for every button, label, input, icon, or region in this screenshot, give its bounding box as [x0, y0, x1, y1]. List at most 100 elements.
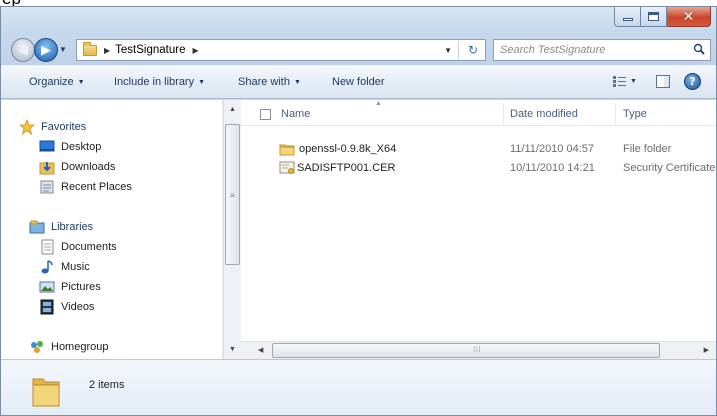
- forward-button[interactable]: ▶: [34, 38, 58, 62]
- file-date: 11/11/2010 04:57: [510, 143, 595, 155]
- search-placeholder: Search TestSignature: [500, 44, 606, 56]
- search-input[interactable]: Search TestSignature: [493, 39, 711, 61]
- scroll-right-icon[interactable]: ▶: [704, 346, 709, 354]
- refresh-icon[interactable]: ↻: [468, 43, 478, 57]
- new-folder-button[interactable]: New folder: [332, 76, 385, 88]
- column-type[interactable]: Type: [623, 108, 647, 120]
- close-icon: ✕: [682, 8, 695, 25]
- explorer-window: ✕ ◀ ▶ ▼ ▶ TestSignature ▶ ▼ ↻ Search Tes…: [0, 6, 717, 416]
- homegroup-icon: [29, 339, 45, 355]
- navigation-row: ◀ ▶ ▼ ▶ TestSignature ▶ ▼ ↻ Search TestS…: [1, 35, 716, 65]
- pictures-icon: [39, 279, 55, 295]
- chevron-down-icon: ▼: [77, 79, 85, 86]
- sort-ascending-icon: ▲: [375, 100, 382, 107]
- close-button[interactable]: ✕: [667, 7, 711, 27]
- forward-arrow-icon: ▶: [41, 42, 51, 58]
- file-date: 10/11/2010 14:21: [510, 162, 595, 174]
- organize-label: Organize: [29, 76, 74, 88]
- videos-icon: [39, 299, 55, 315]
- minimize-button[interactable]: [614, 7, 641, 27]
- column-date-modified[interactable]: Date modified: [510, 108, 578, 120]
- grip-icon: ≡: [230, 191, 235, 200]
- chevron-down-icon: ▼: [293, 79, 301, 86]
- file-type: File folder: [623, 143, 672, 155]
- certificate-icon: [279, 161, 295, 174]
- nav-music[interactable]: Music: [39, 257, 90, 276]
- new-folder-label: New folder: [332, 76, 385, 88]
- nav-music-label: Music: [61, 260, 90, 273]
- chevron-right-icon[interactable]: ▶: [192, 46, 198, 55]
- chevron-right-icon[interactable]: ▶: [104, 46, 110, 55]
- star-icon: [19, 118, 35, 135]
- views-icon[interactable]: [613, 76, 626, 87]
- nav-recent-places-label: Recent Places: [61, 180, 132, 193]
- maximize-button[interactable]: [641, 7, 667, 27]
- file-row[interactable]: openssl-0.9.8k_X64 11/11/2010 04:57 File…: [241, 140, 716, 159]
- folder-icon: [32, 378, 60, 407]
- chevron-down-icon: ▼: [198, 79, 206, 86]
- nav-videos-label: Videos: [61, 300, 95, 313]
- scroll-down-icon[interactable]: ▼: [229, 346, 236, 353]
- navigation-pane: Favorites Desktop Downloads Recent Place…: [1, 100, 223, 359]
- file-row[interactable]: SADISFTP001.CER 10/11/2010 14:21 Securit…: [241, 159, 716, 178]
- address-bar[interactable]: ▶ TestSignature ▶ ▼ ↻: [76, 39, 486, 61]
- folder-icon: [279, 144, 295, 156]
- libraries-icon: [29, 219, 45, 235]
- nav-favorites[interactable]: Favorites: [19, 117, 86, 136]
- column-header-row: ▲ Name Date modified Type: [241, 100, 716, 126]
- scroll-up-icon[interactable]: ▲: [229, 106, 236, 113]
- recent-places-icon: [39, 179, 55, 195]
- file-name: SADISFTP001.CER: [297, 162, 396, 174]
- search-icon[interactable]: [693, 43, 705, 55]
- minimize-icon: [622, 18, 633, 21]
- scroll-thumb[interactable]: ⁝⁝⁝: [272, 343, 660, 358]
- downloads-folder-icon: [39, 159, 55, 175]
- back-button[interactable]: ◀: [11, 38, 35, 62]
- nav-pictures[interactable]: Pictures: [39, 277, 101, 296]
- documents-icon: [39, 239, 55, 255]
- recent-pages-dropdown[interactable]: ▼: [59, 45, 67, 54]
- file-type: Security Certificate: [623, 162, 716, 174]
- folder-icon: [83, 41, 97, 56]
- address-history-dropdown[interactable]: ▼: [444, 46, 452, 55]
- column-name[interactable]: Name: [281, 108, 310, 120]
- organize-button[interactable]: Organize ▼: [29, 76, 85, 88]
- maximize-icon: [648, 12, 659, 21]
- caption-buttons: ✕: [614, 7, 711, 27]
- breadcrumb-testsignature[interactable]: TestSignature: [115, 44, 185, 56]
- nav-videos[interactable]: Videos: [39, 297, 94, 316]
- nav-documents[interactable]: Documents: [39, 237, 117, 256]
- back-arrow-icon: ◀: [18, 42, 28, 58]
- desktop-icon: [39, 139, 55, 155]
- music-note-icon: [39, 259, 55, 275]
- views-dropdown[interactable]: ▼: [630, 78, 637, 85]
- scroll-left-icon[interactable]: ◀: [258, 346, 263, 354]
- nav-homegroup[interactable]: Homegroup: [29, 337, 108, 356]
- select-all-checkbox[interactable]: [260, 109, 271, 120]
- item-count: 2 items: [89, 379, 125, 391]
- nav-homegroup-label: Homegroup: [51, 340, 109, 353]
- file-name: openssl-0.9.8k_X64: [299, 143, 397, 155]
- nav-pictures-label: Pictures: [61, 280, 101, 293]
- nav-desktop[interactable]: Desktop: [39, 137, 101, 156]
- nav-desktop-label: Desktop: [61, 140, 102, 153]
- nav-recent-places[interactable]: Recent Places: [39, 177, 132, 196]
- filelist-horizontal-scrollbar[interactable]: ◀ ⁝⁝⁝ ▶: [241, 341, 716, 359]
- include-in-library-button[interactable]: Include in library ▼: [114, 76, 205, 88]
- navpane-vertical-scrollbar[interactable]: ▲ ≡ ▼: [223, 100, 241, 359]
- nav-libraries-label: Libraries: [51, 220, 94, 233]
- preview-pane-icon[interactable]: [656, 75, 670, 88]
- share-with-button[interactable]: Share with ▼: [238, 76, 301, 88]
- nav-favorites-label: Favorites: [41, 120, 87, 133]
- nav-libraries[interactable]: Libraries: [29, 217, 93, 236]
- scroll-thumb[interactable]: ≡: [225, 124, 240, 265]
- include-in-library-label: Include in library: [114, 76, 195, 88]
- nav-downloads[interactable]: Downloads: [39, 157, 115, 176]
- column-divider[interactable]: [503, 102, 504, 124]
- command-bar: Organize ▼ Include in library ▼ Share with…: [1, 65, 716, 99]
- nav-downloads-label: Downloads: [61, 160, 116, 173]
- column-divider[interactable]: [615, 102, 616, 124]
- grip-icon: ⁝⁝⁝: [473, 345, 481, 354]
- help-icon[interactable]: ?: [684, 73, 701, 90]
- details-pane: 2 items: [1, 359, 716, 415]
